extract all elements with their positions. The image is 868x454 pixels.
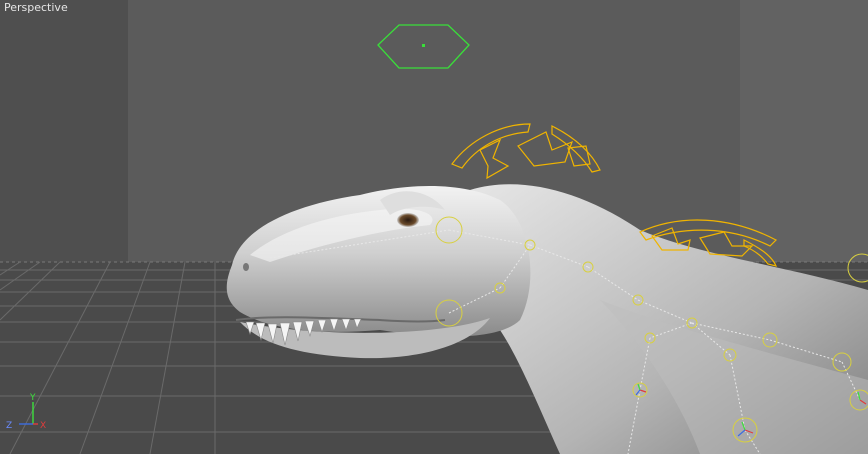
axis-x-label: X [40,421,46,431]
viewport-label[interactable]: Perspective [4,1,68,14]
axis-y-label: Y [29,393,36,403]
scene-canvas[interactable]: Y Z X [0,0,868,454]
axis-z-label: Z [6,421,12,431]
eye [397,213,419,227]
3d-viewport[interactable]: Y Z X Perspective [0,0,868,454]
